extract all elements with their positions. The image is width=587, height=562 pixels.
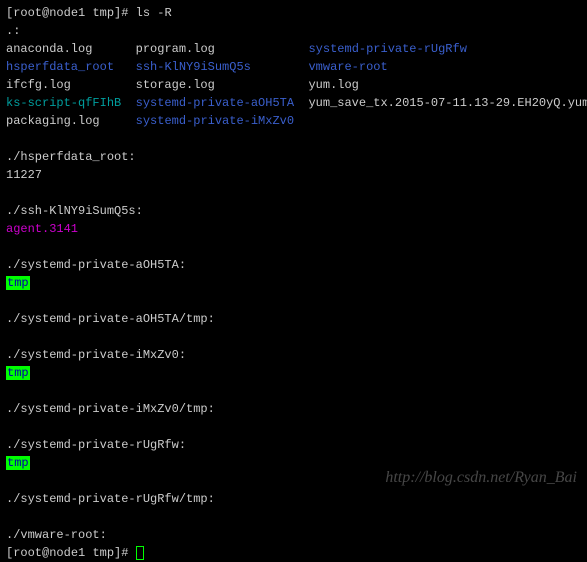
section-header: ./hsperfdata_root: [6,148,581,166]
section-header: ./ssh-KlNY9iSumQ5s: [6,202,581,220]
sticky-dir-entry: tmp [6,276,30,290]
dir-entry: systemd-private-aOH5TA [136,96,294,110]
prompt-cwd: tmp [92,6,114,20]
section-header: ./systemd-private-aOH5TA: [6,256,581,274]
dir-entry: systemd-private-iMxZv0 [136,114,294,128]
file-entry: 11227 [6,166,581,184]
prompt-user: root [13,546,42,560]
section-header: ./vmware-root: [6,526,581,544]
sticky-dir-entry: tmp [6,366,30,380]
section-header: ./systemd-private-rUgRfw: [6,436,581,454]
dir-entry: ssh-KlNY9iSumQ5s [136,60,251,74]
listing-row: hsperfdata_root ssh-KlNY9iSumQ5s vmware-… [6,58,581,76]
listing-row: ks-script-qfFIhB systemd-private-aOH5TA … [6,94,581,112]
file-entry: yum.log [308,78,358,92]
dir-entry: vmware-root [308,60,387,74]
file-entry: storage.log [136,78,215,92]
sticky-dir-entry: tmp [6,456,30,470]
section-header: ./systemd-private-rUgRfw/tmp: [6,490,581,508]
prompt-user: root [13,6,42,20]
file-entry: anaconda.log [6,42,92,56]
socket-entry: agent.3141 [6,222,78,236]
command-input[interactable]: ls -R [136,6,172,20]
file-entry: program.log [136,42,215,56]
prompt-cwd: tmp [92,546,114,560]
section-header: ./systemd-private-aOH5TA/tmp: [6,310,581,328]
exec-entry: ks-script-qfFIhB [6,96,121,110]
dir-entry: hsperfdata_root [6,60,114,74]
listing-row: ifcfg.log storage.log yum.log [6,76,581,94]
prompt-line: [root@node1 tmp]# [6,544,581,562]
prompt-host: node1 [49,546,85,560]
file-entry: ifcfg.log [6,78,71,92]
listing-row: packaging.log systemd-private-iMxZv0 [6,112,581,130]
section-header: ./systemd-private-iMxZv0: [6,346,581,364]
prompt-line: [root@node1 tmp]# ls -R [6,4,581,22]
prompt-host: node1 [49,6,85,20]
dir-dot: .: [6,22,581,40]
listing-row: anaconda.log program.log systemd-private… [6,40,581,58]
file-entry: packaging.log [6,114,100,128]
dir-entry: systemd-private-rUgRfw [308,42,466,56]
section-header: ./systemd-private-iMxZv0/tmp: [6,400,581,418]
file-entry: yum_save_tx.2015-07-11.13-29.EH20yQ.yumt… [308,96,587,110]
cursor-icon[interactable] [136,546,144,560]
